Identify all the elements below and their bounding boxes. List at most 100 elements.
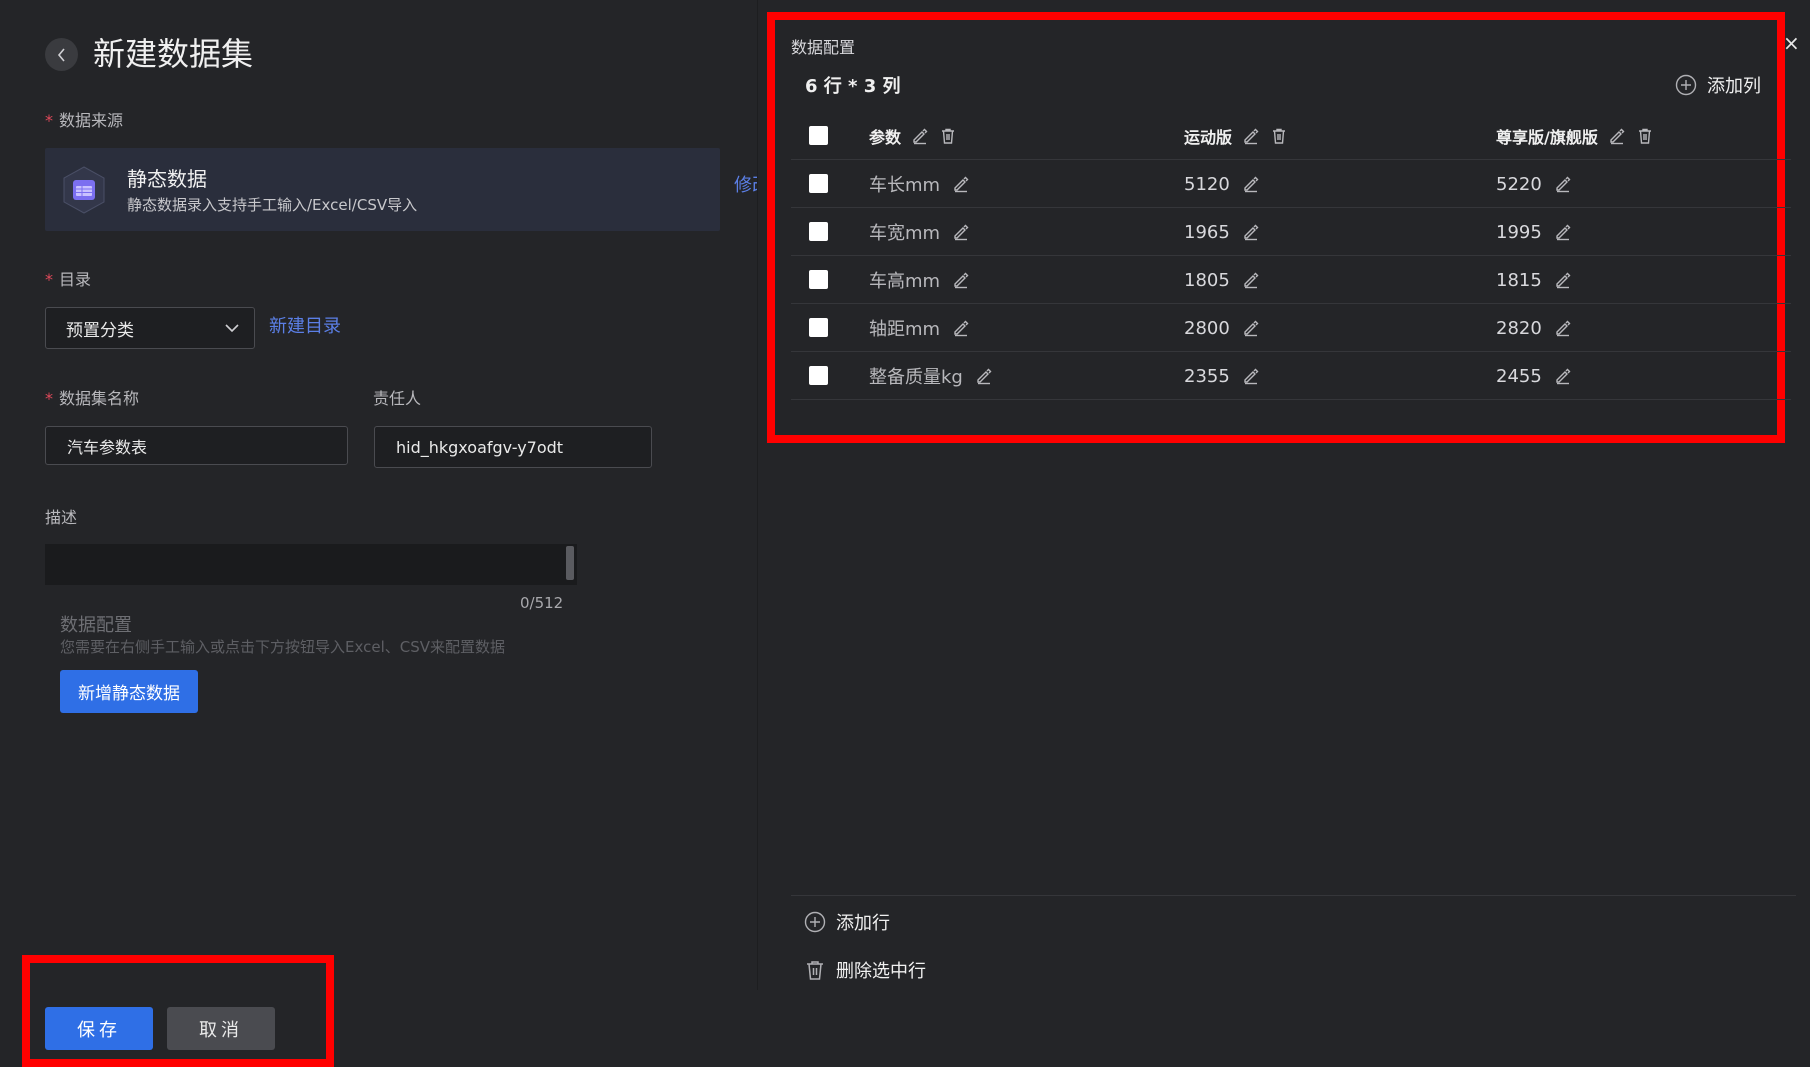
row-checkbox[interactable] — [809, 270, 828, 289]
table-row: 车长mm 5120 5220 — [791, 160, 1791, 208]
table-cell: 车高mm — [869, 256, 970, 304]
data-config-hint: 您需要在右侧手工输入或点击下方按钮导入Excel、CSV来配置数据 — [60, 638, 505, 656]
trash-icon[interactable] — [1636, 127, 1654, 145]
edit-icon[interactable] — [952, 319, 970, 337]
edit-icon[interactable] — [1608, 127, 1626, 145]
trash-icon[interactable] — [1270, 127, 1288, 145]
table-cell: 车长mm — [869, 160, 970, 208]
edit-icon[interactable] — [1242, 175, 1260, 193]
cell-text: 2800 — [1184, 317, 1230, 339]
cell-text: 车宽mm — [869, 223, 941, 244]
static-data-icon — [59, 165, 109, 215]
edit-icon[interactable] — [952, 223, 970, 241]
owner-input[interactable]: hid_hkgxoafgv-y7odt — [374, 426, 652, 468]
edit-icon[interactable] — [1242, 127, 1260, 145]
required-mark: * — [45, 270, 53, 289]
table-cell: 1805 — [1184, 256, 1260, 304]
chevron-down-icon — [225, 324, 239, 333]
cell-text: 2820 — [1496, 317, 1542, 339]
chevron-left-icon — [57, 47, 65, 62]
table-cell: 5120 — [1184, 160, 1260, 208]
cell-text: 轴距mm — [869, 319, 941, 340]
add-static-data-button[interactable]: 新增静态数据 — [60, 670, 198, 713]
row-checkbox[interactable] — [809, 366, 828, 385]
data-config-title: 数据配置 — [60, 615, 132, 636]
source-card[interactable]: 静态数据 静态数据录入支持手工输入/Excel/CSV导入 — [45, 148, 720, 231]
select-all-checkbox[interactable] — [809, 126, 828, 145]
column-header-label: 运动版 — [1184, 128, 1233, 147]
edit-icon[interactable] — [952, 271, 970, 289]
edit-icon[interactable] — [1242, 223, 1260, 241]
row-checkbox[interactable] — [809, 174, 828, 193]
required-mark: * — [45, 111, 53, 130]
cell-text: 2355 — [1184, 365, 1230, 387]
description-counter: 0/512 — [520, 594, 564, 612]
add-row-button[interactable]: 添加行 — [804, 909, 890, 935]
modify-source-link[interactable]: 修改 — [734, 174, 758, 198]
edit-icon[interactable] — [1554, 319, 1572, 337]
trash-icon[interactable] — [939, 127, 957, 145]
table-size: 6 行 * 3 列 — [805, 76, 901, 97]
panel-divider — [757, 0, 758, 990]
description-label: 描述 — [45, 508, 78, 527]
new-directory-link[interactable]: 新建目录 — [269, 315, 341, 339]
add-column-button[interactable]: 添加列 — [1675, 72, 1761, 98]
row-checkbox[interactable] — [809, 222, 828, 241]
cell-text: 车长mm — [869, 175, 941, 196]
save-button[interactable]: 保存 — [45, 1007, 153, 1050]
delete-selected-rows-button[interactable]: 删除选中行 — [804, 957, 926, 983]
edit-icon[interactable] — [1242, 367, 1260, 385]
column-header-label: 参数 — [869, 128, 902, 147]
textarea-scrollbar[interactable] — [566, 546, 574, 580]
cell-text: 5120 — [1184, 173, 1230, 195]
dataset-name-input[interactable]: 汽车参数表 — [45, 426, 348, 465]
trash-icon — [807, 961, 823, 980]
edit-icon[interactable] — [1554, 271, 1572, 289]
add-row-label: 添加行 — [836, 913, 890, 934]
cell-text: 1995 — [1496, 221, 1542, 243]
source-desc: 静态数据录入支持手工输入/Excel/CSV导入 — [127, 196, 418, 214]
back-button[interactable] — [45, 38, 78, 71]
edit-icon[interactable] — [952, 175, 970, 193]
required-mark: * — [45, 389, 53, 408]
cancel-button[interactable]: 取消 — [167, 1007, 275, 1050]
plus-circle-icon — [1675, 74, 1697, 96]
row-checkbox[interactable] — [809, 318, 828, 337]
edit-icon[interactable] — [1554, 175, 1572, 193]
table-header-row: 参数 运动版 尊享版/旗舰版 — [791, 112, 1791, 160]
column-header: 参数 — [869, 112, 957, 160]
cell-text: 5220 — [1496, 173, 1542, 195]
edit-icon[interactable] — [1554, 367, 1572, 385]
directory-select[interactable]: 预置分类 — [45, 307, 255, 349]
plus-circle-icon — [804, 911, 826, 933]
table-cell: 1995 — [1496, 208, 1572, 256]
source-label: * 数据来源 — [45, 111, 124, 130]
cell-text: 2455 — [1496, 365, 1542, 387]
edit-icon[interactable] — [911, 127, 929, 145]
cell-text: 1965 — [1184, 221, 1230, 243]
table-cell: 车宽mm — [869, 208, 970, 256]
column-header-label: 尊享版/旗舰版 — [1496, 128, 1598, 147]
edit-icon[interactable] — [975, 367, 993, 385]
table-row: 轴距mm 2800 2820 — [791, 304, 1791, 352]
edit-icon[interactable] — [1554, 223, 1572, 241]
dataset-name-label: * 数据集名称 — [45, 389, 140, 408]
cell-text: 整备质量kg — [869, 367, 963, 388]
table-cell: 1965 — [1184, 208, 1260, 256]
table-cell: 2355 — [1184, 352, 1260, 400]
directory-select-value: 预置分类 — [66, 320, 134, 341]
description-textarea[interactable] — [45, 544, 577, 585]
delete-selected-rows-label: 删除选中行 — [836, 961, 926, 982]
close-icon[interactable]: × — [1783, 33, 1800, 53]
page-title: 新建数据集 — [93, 35, 254, 73]
table-cell: 1815 — [1496, 256, 1572, 304]
edit-icon[interactable] — [1242, 271, 1260, 289]
table-cell: 2455 — [1496, 352, 1572, 400]
data-table: 参数 运动版 尊享版/旗舰版 车长mm 5120 5220 车宽mm 1965 … — [791, 112, 1791, 400]
source-name: 静态数据 — [127, 167, 207, 191]
table-cell: 2820 — [1496, 304, 1572, 352]
edit-icon[interactable] — [1242, 319, 1260, 337]
cell-text: 车高mm — [869, 271, 941, 292]
table-row: 车宽mm 1965 1995 — [791, 208, 1791, 256]
column-header: 尊享版/旗舰版 — [1496, 112, 1654, 160]
